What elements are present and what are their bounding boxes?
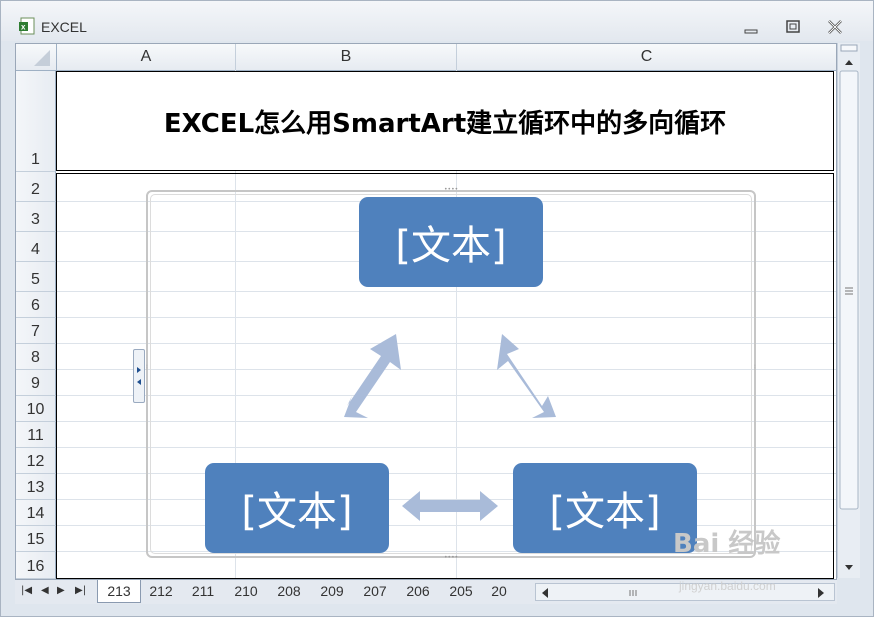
sheet-tab-208[interactable]: 208: [269, 580, 309, 602]
title-bar: x EXCEL: [1, 1, 873, 41]
minimize-button[interactable]: [739, 15, 763, 39]
worksheet-grid[interactable]: A B C 1 2 3 4 5 6 7 8 9 10 11 12 13 14 1…: [15, 43, 837, 580]
next-sheet-button[interactable]: ▶: [57, 585, 65, 596]
last-sheet-button[interactable]: ▶|: [75, 585, 86, 596]
first-sheet-button[interactable]: |◀: [21, 585, 32, 596]
smartart-node-bottom-left[interactable]: [文本]: [205, 463, 389, 553]
sheet-tab-213[interactable]: 213: [97, 580, 141, 603]
sheet-tab-partial[interactable]: 20: [484, 580, 514, 602]
sheet-tab-205[interactable]: 205: [441, 580, 481, 602]
close-button[interactable]: [823, 15, 847, 39]
close-icon: [828, 20, 842, 34]
cycle-arrows: [344, 334, 556, 521]
baidu-watermark-url: jingyan.baidu.com: [679, 579, 776, 593]
arrow-horizontal: [402, 491, 498, 521]
prev-sheet-button[interactable]: ◀: [41, 585, 49, 596]
smartart-node-top[interactable]: [文本]: [359, 197, 543, 287]
baidu-watermark-logo: Bai 经验: [673, 529, 781, 559]
arrow-left-diagonal: [344, 334, 401, 418]
excel-window: x EXCEL A B C 1 2 3 4 5 6 7 8 9 10 11 12…: [0, 0, 874, 617]
sheet-tab-212[interactable]: 212: [141, 580, 181, 602]
window-title: EXCEL: [41, 19, 87, 35]
sheet-tab-209[interactable]: 209: [312, 580, 352, 602]
svg-text:x: x: [21, 23, 26, 32]
sheet-tab-207[interactable]: 207: [355, 580, 395, 602]
minimize-icon: [744, 29, 758, 34]
sheet-tab-206[interactable]: 206: [398, 580, 438, 602]
vertical-scrollbar[interactable]: [837, 43, 860, 578]
smartart-node-bottom-right[interactable]: [文本]: [513, 463, 697, 553]
arrow-right-diagonal: [497, 334, 556, 418]
vertical-scrollbar-graphic: [839, 44, 859, 570]
sheet-tab-211[interactable]: 211: [183, 580, 223, 602]
sheet-tab-210[interactable]: 210: [226, 580, 266, 602]
restore-icon: [786, 20, 800, 33]
excel-app-icon: x: [19, 17, 35, 35]
restore-button[interactable]: [781, 15, 805, 39]
